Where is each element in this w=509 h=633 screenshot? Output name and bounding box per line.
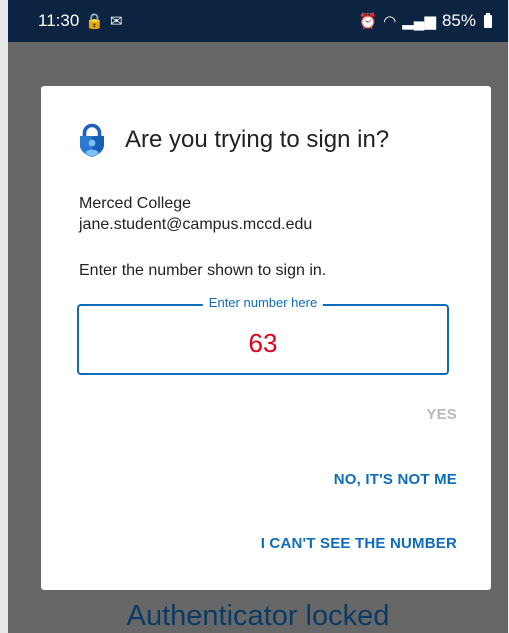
dialog-header: Are you trying to sign in? (79, 123, 389, 157)
account-email: jane.student@campus.mccd.edu (79, 216, 313, 233)
background-title: Authenticator locked (126, 600, 390, 632)
phone-screen: 11:30 🔒 ✉ ⏰ ◠ ▂▄▆ 85% Authenticator lock… (8, 0, 508, 633)
number-input-value[interactable]: 63 (79, 328, 447, 359)
alarm-icon: ⏰ (358, 12, 378, 30)
status-bar: 11:30 🔒 ✉ ⏰ ◠ ▂▄▆ 85% (8, 0, 508, 42)
outlook-icon: ✉ (109, 12, 123, 30)
number-input[interactable]: Enter number here 63 (77, 295, 449, 375)
authenticator-lock-icon: 🔒 (85, 12, 104, 30)
number-input-label: Enter number here (202, 295, 324, 310)
instruction-text: Enter the number shown to sign in. (79, 262, 327, 279)
yes-button[interactable]: YES (426, 406, 457, 423)
not-me-button[interactable]: NO, IT'S NOT ME (334, 471, 457, 488)
signal-icon: ▂▄▆ (402, 12, 436, 30)
status-bar-right: ⏰ ◠ ▂▄▆ 85% (358, 11, 492, 31)
battery-icon (484, 12, 492, 28)
dialog-title: Are you trying to sign in? (125, 126, 390, 153)
authenticator-app-icon (80, 123, 104, 157)
battery-percentage: 85% (441, 11, 476, 30)
status-bar-left: 11:30 🔒 ✉ (38, 11, 123, 31)
cant-see-number-button[interactable]: I CAN'T SEE THE NUMBER (261, 535, 457, 552)
sign-in-dialog: Are you trying to sign in? Merced Colleg… (41, 86, 491, 590)
organization-name: Merced College (79, 195, 192, 212)
status-time: 11:30 (38, 11, 80, 30)
wifi-icon: ◠ (383, 12, 397, 30)
